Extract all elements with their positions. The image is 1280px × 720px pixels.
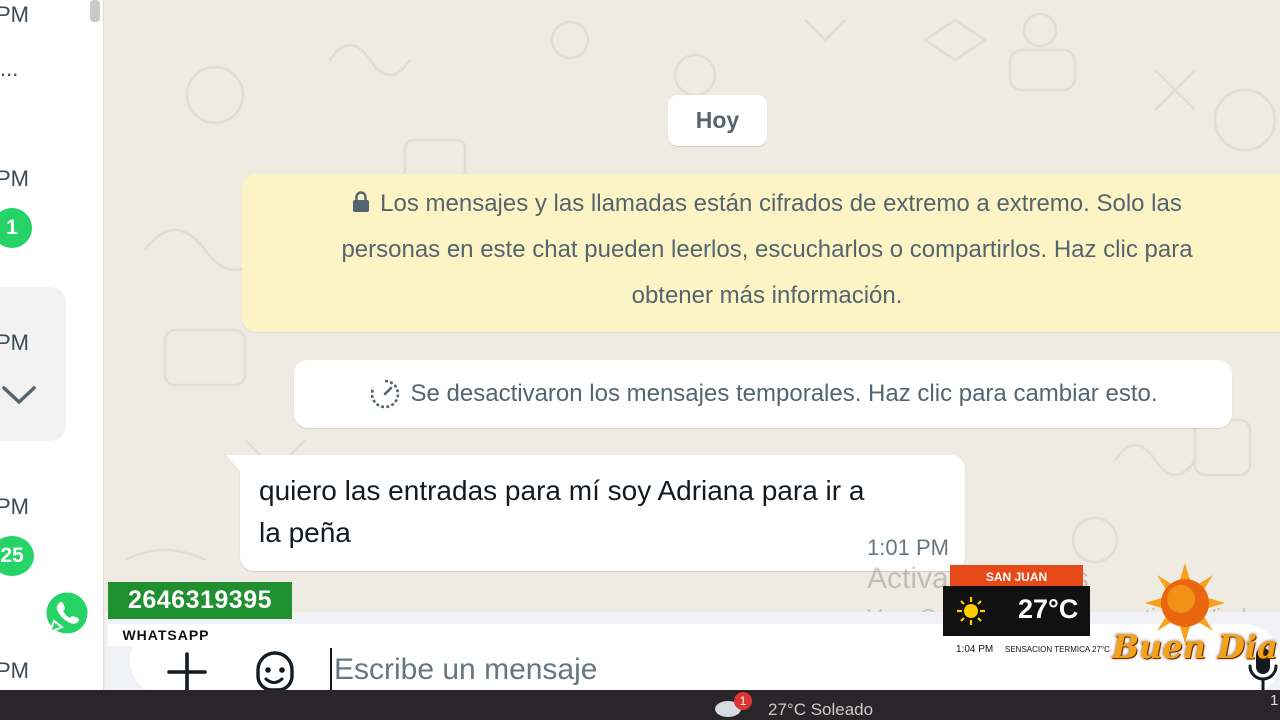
chat-time: PM — [0, 330, 29, 355]
chat-list-sidebar: PM ... PM 1 PM PM 25 PM — [0, 0, 104, 690]
message-line: la peña — [259, 517, 351, 548]
encryption-notice-line: obtener más información. — [631, 282, 903, 309]
chat-time: PM — [0, 2, 29, 27]
message-input[interactable] — [330, 648, 890, 692]
chevron-down-icon[interactable] — [0, 376, 40, 412]
weather-time: 1:04 PM — [956, 644, 994, 655]
message-text: quiero las entradas para mí soy Adriana … — [259, 470, 949, 554]
plus-icon[interactable] — [165, 650, 209, 694]
chat-preview-ellipsis: ... — [0, 56, 19, 81]
whatsapp-phone-number: 2646319395 — [108, 582, 292, 619]
chat-time: PM — [0, 658, 29, 683]
unread-badge: 1 — [0, 208, 32, 248]
bubble-tail — [226, 455, 242, 473]
windows-taskbar: 1 27°C Soleado 1 — [0, 690, 1280, 720]
date-divider-chip: Hoy — [668, 95, 767, 146]
notification-count-badge: 1 — [734, 692, 752, 710]
encryption-notice-line: personas en este chat pueden leerlos, es… — [341, 236, 1193, 263]
chat-time: PM — [0, 166, 29, 191]
incoming-message-bubble[interactable]: quiero las entradas para mí soy Adriana … — [226, 455, 965, 571]
whatsapp-label: WHATSAPP — [108, 624, 224, 646]
chat-list-item-hovered[interactable] — [0, 287, 66, 441]
encryption-notice-line: Los mensajes y las llamadas están cifrad… — [282, 181, 1252, 227]
lock-icon — [353, 191, 370, 212]
weather-feels-like: SENSACION TERMICA 27°C — [1005, 645, 1110, 654]
ephemeral-messages-notice[interactable]: Se desactivaron los mensajes temporales.… — [294, 360, 1232, 428]
timer-icon — [370, 379, 399, 409]
weather-city: SAN JUAN — [950, 565, 1083, 588]
greeting-logo-text: Buen Dia — [1112, 628, 1278, 666]
weather-temperature: 27°C — [1018, 594, 1079, 624]
message-timestamp: 1:01 PM — [867, 535, 949, 560]
sticker-icon[interactable] — [250, 648, 298, 696]
encryption-notice[interactable]: Los mensajes y las llamadas están cifrad… — [242, 174, 1280, 332]
message-line: quiero las entradas para mí soy Adriana … — [259, 475, 865, 506]
sidebar-scrollbar[interactable] — [90, 0, 100, 22]
whatsapp-logo-icon — [43, 589, 91, 637]
ephemeral-notice-text: Se desactivaron los mensajes temporales.… — [410, 380, 1158, 407]
taskbar-weather-text[interactable]: 27°C Soleado — [768, 700, 873, 720]
unread-badge: 25 — [0, 536, 34, 576]
chat-time: PM — [0, 494, 29, 519]
taskbar-clock[interactable]: 1 — [1270, 692, 1278, 709]
sun-icon — [957, 597, 985, 625]
